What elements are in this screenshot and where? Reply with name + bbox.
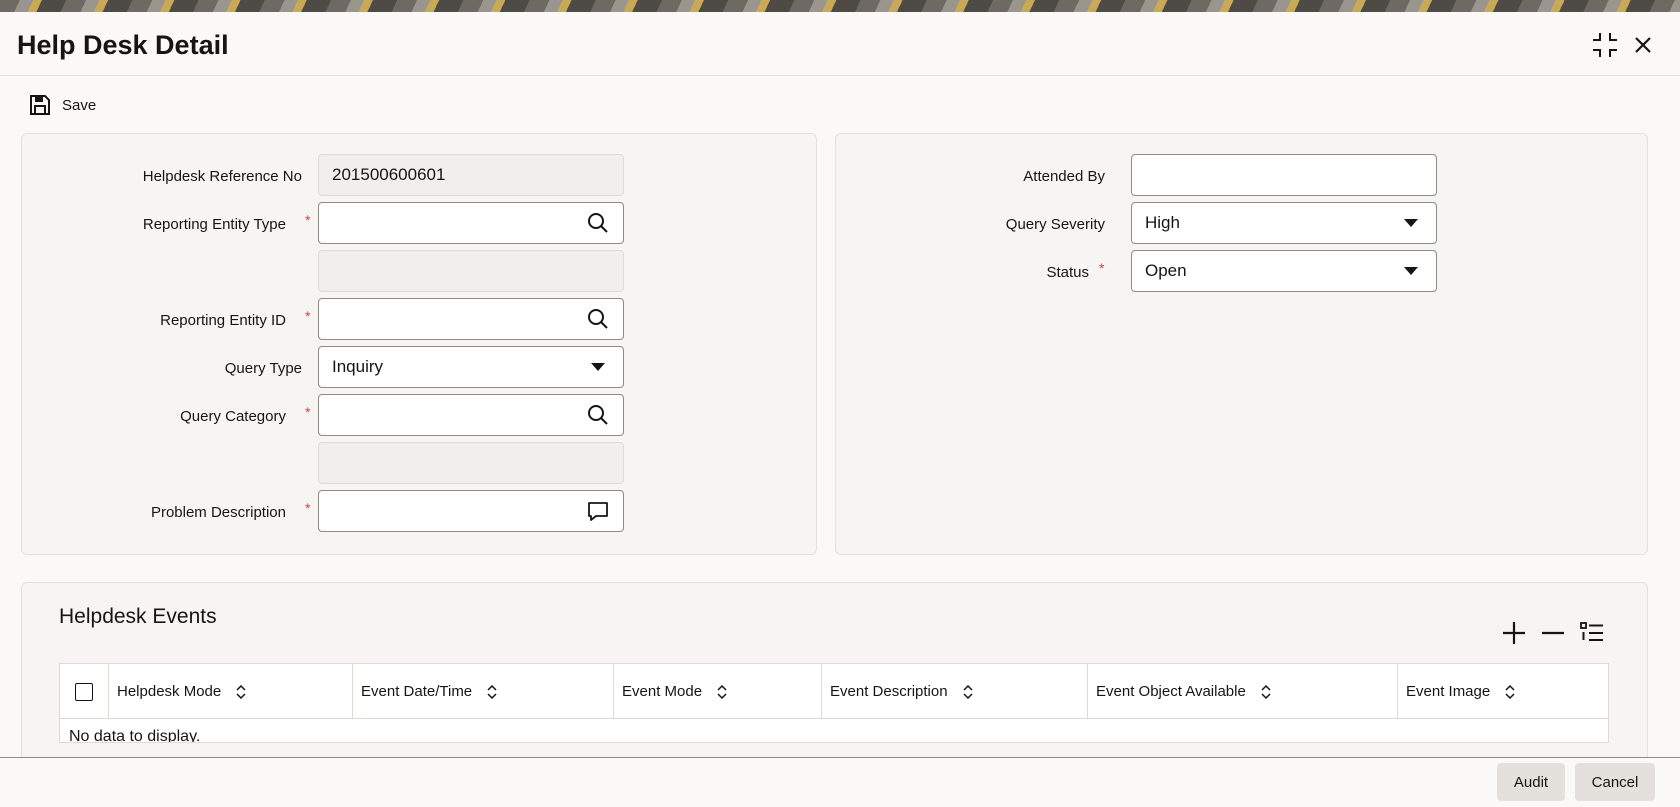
page-title: Help Desk Detail <box>17 30 229 60</box>
sort-icon[interactable] <box>716 684 728 699</box>
status-select[interactable]: Open <box>1131 250 1437 292</box>
table-header: Helpdesk Mode Event Date/Time Event Mode… <box>60 664 1608 719</box>
select-all-checkbox[interactable] <box>75 682 93 701</box>
footer-bar: Audit Cancel <box>0 757 1680 807</box>
reporting-entity-type-label: Reporting Entity Type <box>142 216 286 233</box>
chevron-down-icon <box>1399 211 1423 235</box>
sort-icon[interactable] <box>962 684 974 699</box>
audit-button[interactable]: Audit <box>1497 763 1565 801</box>
save-icon <box>30 95 50 115</box>
chevron-down-icon <box>1399 259 1423 283</box>
reporting-entity-type-description <box>318 250 624 292</box>
helpdesk-events-table: Helpdesk Mode Event Date/Time Event Mode… <box>59 663 1609 743</box>
query-severity-select[interactable]: High <box>1131 202 1437 244</box>
list-view-icon[interactable] <box>1577 618 1607 648</box>
query-type-label: Query Type <box>224 360 302 377</box>
comment-icon[interactable] <box>586 499 610 523</box>
save-label: Save <box>62 96 97 114</box>
search-icon[interactable] <box>586 403 610 427</box>
reporting-entity-id-label: Reporting Entity ID <box>160 312 286 329</box>
column-header-event-mode[interactable]: Event Mode <box>614 664 822 719</box>
save-button[interactable]: Save <box>28 92 96 118</box>
sort-icon[interactable] <box>235 684 247 699</box>
helpdesk-reference-no-field: 201500600601 <box>318 154 624 196</box>
reporting-entity-id-input[interactable] <box>318 298 624 340</box>
sort-icon[interactable] <box>486 684 498 699</box>
sort-icon[interactable] <box>1504 684 1516 699</box>
background-banner <box>0 0 1680 12</box>
required-marker: * <box>305 308 311 324</box>
close-icon[interactable] <box>1628 30 1658 60</box>
column-header-event-description[interactable]: Event Description <box>822 664 1088 719</box>
chevron-down-icon <box>586 355 610 379</box>
column-header-event-date-time[interactable]: Event Date/Time <box>353 664 614 719</box>
helpdesk-events-title: Helpdesk Events <box>59 605 217 628</box>
status-label: Status <box>1046 264 1089 281</box>
left-form-panel: Helpdesk Reference No 201500600601 Repor… <box>21 133 817 555</box>
sort-icon[interactable] <box>1260 684 1272 699</box>
column-header-event-object-available[interactable]: Event Object Available <box>1088 664 1398 719</box>
query-category-description <box>318 442 624 484</box>
cancel-button[interactable]: Cancel <box>1575 763 1655 801</box>
column-header-event-image[interactable]: Event Image <box>1398 664 1608 719</box>
delete-row-icon[interactable] <box>1538 618 1568 648</box>
required-marker: * <box>305 404 311 420</box>
attended-by-input[interactable] <box>1131 154 1437 196</box>
window-header: Help Desk Detail <box>0 12 1680 76</box>
search-icon[interactable] <box>586 307 610 331</box>
select-all-cell <box>60 664 109 719</box>
required-marker: * <box>1099 260 1105 276</box>
search-icon[interactable] <box>586 211 610 235</box>
right-form-panel: Attended By Query Severity High Status *… <box>835 133 1648 555</box>
empty-table-message: No data to display. <box>69 728 201 743</box>
query-type-select[interactable]: Inquiry <box>318 346 624 388</box>
add-row-icon[interactable] <box>1499 618 1529 648</box>
query-category-label: Query Category <box>180 408 286 425</box>
attended-by-label: Attended By <box>1023 168 1105 185</box>
column-header-helpdesk-mode[interactable]: Helpdesk Mode <box>109 664 353 719</box>
problem-description-label: Problem Description <box>150 504 286 521</box>
reporting-entity-type-input[interactable] <box>318 202 624 244</box>
helpdesk-reference-no-label: Helpdesk Reference No <box>142 168 302 185</box>
help-desk-detail-window: Help Desk Detail Save Helpdesk Reference… <box>0 12 1680 807</box>
query-severity-label: Query Severity <box>1005 216 1105 233</box>
required-marker: * <box>305 500 311 516</box>
problem-description-input[interactable] <box>318 490 624 532</box>
required-marker: * <box>305 212 311 228</box>
minimize-window-icon[interactable] <box>1590 30 1620 60</box>
query-category-input[interactable] <box>318 394 624 436</box>
